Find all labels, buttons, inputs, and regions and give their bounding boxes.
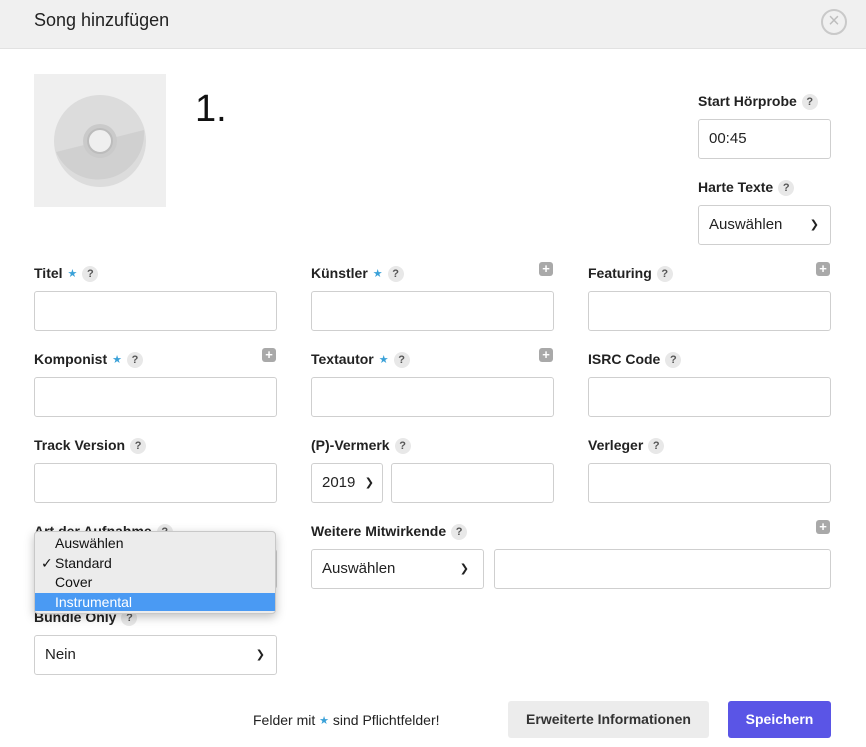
dropdown-option[interactable]: Auswählen <box>35 534 275 552</box>
cover-art-placeholder[interactable] <box>34 74 166 207</box>
note-suffix: sind Pflichtfelder! <box>332 712 440 728</box>
verleger-label: Verleger? <box>588 437 665 454</box>
titel-input[interactable] <box>34 291 277 331</box>
start-preview-label: Start Hörprobe? <box>698 93 818 110</box>
weitere-mitwirkende-label: Weitere Mitwirkende? <box>311 523 468 540</box>
chevron-down-icon: ❯ <box>459 563 469 575</box>
help-icon[interactable]: ? <box>393 352 410 368</box>
help-icon[interactable]: ? <box>801 94 818 110</box>
help-icon[interactable]: ? <box>656 266 673 282</box>
required-star-icon: ★ <box>378 354 389 366</box>
dropdown-option-label: Instrumental <box>55 594 133 610</box>
track-number: 1. <box>195 88 227 130</box>
textautor-label-text: Textautor <box>311 351 374 367</box>
chevron-down-icon: ❯ <box>809 219 819 231</box>
kuenstler-input[interactable] <box>311 291 554 331</box>
komponist-input[interactable] <box>34 377 277 417</box>
featuring-label: Featuring? <box>588 265 673 282</box>
chevron-down-icon: ❯ <box>364 477 374 489</box>
dialog-title: Song hinzufügen <box>34 10 170 30</box>
weitere-mitwirkende-label-text: Weitere Mitwirkende <box>311 523 447 539</box>
help-icon[interactable]: ? <box>126 352 143 368</box>
harte-texte-select[interactable]: Auswählen ❯ <box>698 205 831 245</box>
dropdown-option-highlighted[interactable]: Instrumental <box>35 593 275 611</box>
p-vermerk-label: (P)-Vermerk? <box>311 437 411 454</box>
textautor-input[interactable] <box>311 377 554 417</box>
add-composer-plus-icon[interactable]: + <box>262 348 276 362</box>
note-prefix: Felder mit <box>253 712 316 728</box>
required-fields-note: Felder mit ★ sind Pflichtfelder! <box>253 712 440 728</box>
harte-texte-value: Auswählen <box>709 216 783 233</box>
harte-texte-label: Harte Texte? <box>698 179 795 196</box>
isrc-input[interactable] <box>588 377 831 417</box>
help-icon[interactable]: ? <box>82 266 99 282</box>
dropdown-option-label: Standard <box>55 555 112 571</box>
add-lyricist-plus-icon[interactable]: + <box>539 348 553 362</box>
help-icon[interactable]: ? <box>130 438 147 454</box>
isrc-label-text: ISRC Code <box>588 351 661 367</box>
verleger-input[interactable] <box>588 463 831 503</box>
help-icon[interactable]: ? <box>451 524 468 540</box>
textautor-label: Textautor ★? <box>311 351 410 368</box>
start-preview-input[interactable]: 00:45 <box>698 119 831 159</box>
p-vermerk-year-select[interactable]: 2019 ❯ <box>311 463 383 503</box>
bundle-only-select[interactable]: Nein ❯ <box>34 635 277 675</box>
track-version-label: Track Version? <box>34 437 147 454</box>
bundle-only-value: Nein <box>45 646 76 663</box>
help-icon[interactable]: ? <box>648 438 665 454</box>
save-button[interactable]: Speichern <box>728 701 831 738</box>
weitere-mitwirkende-input[interactable] <box>494 549 831 589</box>
checkmark-icon: ✓ <box>41 555 53 571</box>
p-vermerk-label-text: (P)-Vermerk <box>311 437 390 453</box>
p-vermerk-year-value: 2019 <box>322 474 356 491</box>
track-version-input[interactable] <box>34 463 277 503</box>
chevron-down-icon: ❯ <box>255 649 265 661</box>
harte-texte-label-text: Harte Texte <box>698 179 774 195</box>
start-preview-label-text: Start Hörprobe <box>698 93 797 109</box>
add-contributor-plus-icon[interactable]: + <box>816 520 830 534</box>
featuring-input[interactable] <box>588 291 831 331</box>
close-icon[interactable]: × <box>821 9 847 35</box>
isrc-label: ISRC Code? <box>588 351 682 368</box>
kuenstler-label: Künstler ★? <box>311 265 404 282</box>
kuenstler-label-text: Künstler <box>311 265 368 281</box>
required-star-icon: ★ <box>372 268 383 280</box>
help-icon[interactable]: ? <box>778 180 795 196</box>
required-star-icon: ★ <box>67 268 78 280</box>
komponist-label-text: Komponist <box>34 351 108 367</box>
cd-icon <box>54 95 146 187</box>
weitere-mitwirkende-value: Auswählen <box>322 560 396 577</box>
dropdown-option-label: Auswählen <box>55 535 124 551</box>
titel-label: Titel ★? <box>34 265 99 282</box>
help-icon[interactable]: ? <box>665 352 682 368</box>
p-vermerk-input[interactable] <box>391 463 554 503</box>
required-star-icon: ★ <box>319 715 329 727</box>
verleger-label-text: Verleger <box>588 437 644 453</box>
help-icon[interactable]: ? <box>387 266 404 282</box>
dropdown-option-label: Cover <box>55 574 93 590</box>
add-featuring-plus-icon[interactable]: + <box>816 262 830 276</box>
weitere-mitwirkende-select[interactable]: Auswählen ❯ <box>311 549 484 589</box>
recording-type-dropdown: Auswählen ✓ Standard Cover Instrumental <box>34 531 276 614</box>
featuring-label-text: Featuring <box>588 265 652 281</box>
titel-label-text: Titel <box>34 265 63 281</box>
komponist-label: Komponist ★? <box>34 351 143 368</box>
extended-info-button[interactable]: Erweiterte Informationen <box>508 701 709 738</box>
dropdown-option-checked[interactable]: ✓ Standard <box>35 554 275 572</box>
track-version-label-text: Track Version <box>34 437 126 453</box>
add-artist-plus-icon[interactable]: + <box>539 262 553 276</box>
required-star-icon: ★ <box>112 354 122 366</box>
help-icon[interactable]: ? <box>394 438 411 454</box>
dropdown-option[interactable]: Cover <box>35 573 275 591</box>
